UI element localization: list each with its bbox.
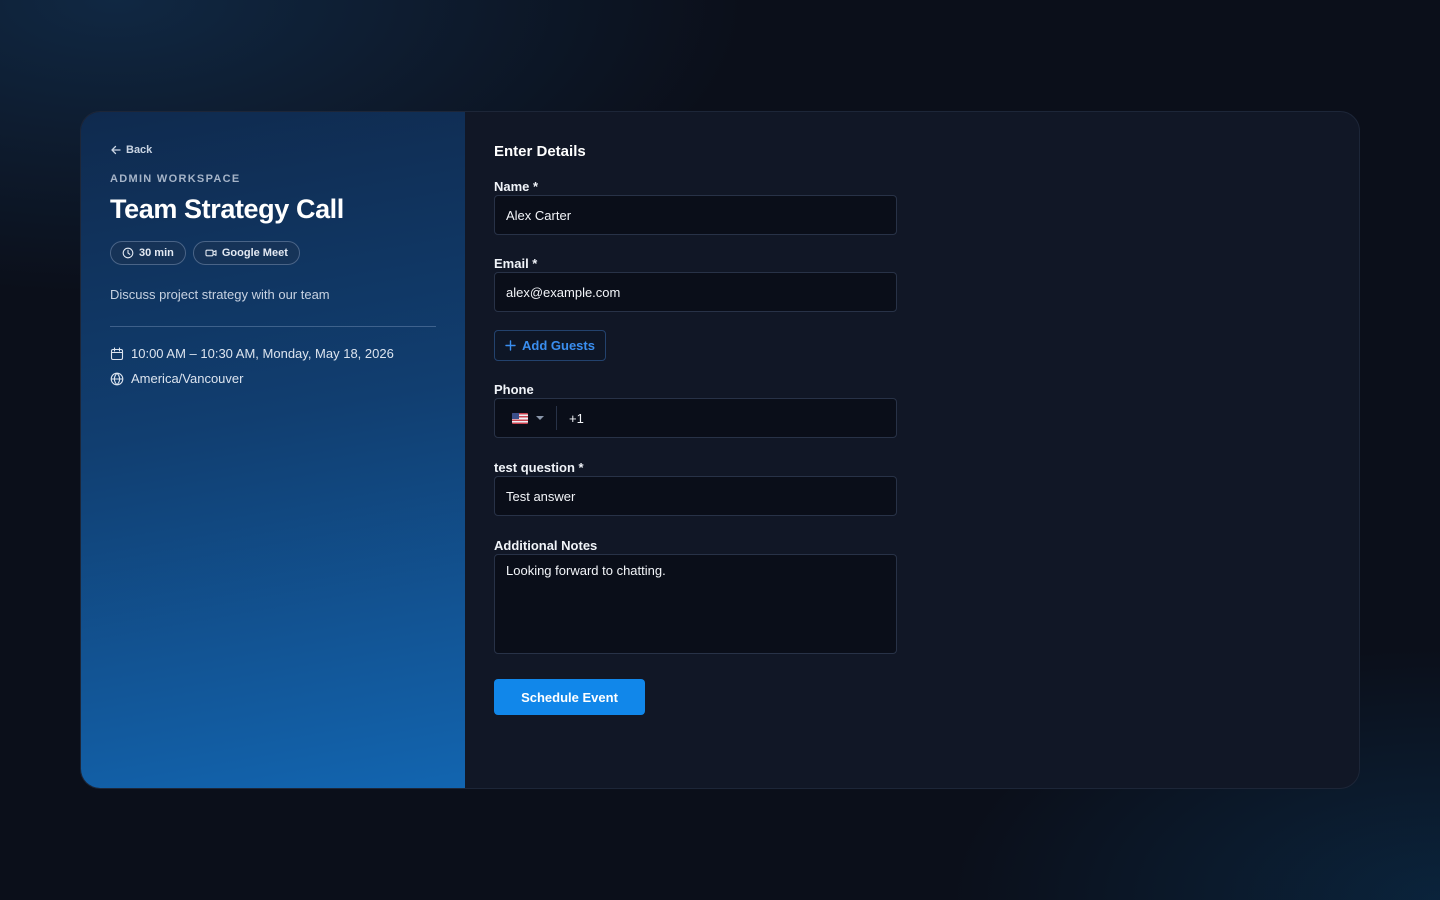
event-title: Team Strategy Call (110, 194, 344, 224)
duration-badge: 30 min (110, 241, 186, 265)
location-badge: Google Meet (192, 241, 300, 265)
us-flag-icon (512, 412, 528, 424)
notes-label: Additional Notes (494, 538, 598, 553)
name-label: Name * (494, 179, 539, 194)
event-timezone: America/Vancouver (110, 371, 437, 386)
add-guests-label: Add Guests (522, 338, 595, 353)
event-summary-panel: Back ADMIN WORKSPACE Team Strategy Call … (81, 112, 465, 788)
back-link[interactable]: Back (110, 142, 437, 158)
phone-code: +1 (569, 410, 584, 426)
datetime-label: 10:00 AM – 10:30 AM, Monday, May 18, 202… (131, 346, 394, 361)
timezone-label: America/Vancouver (131, 371, 244, 386)
email-label: Email * (494, 256, 538, 271)
question-label: test question * (494, 460, 584, 475)
email-input[interactable]: alex@example.com (494, 272, 897, 312)
country-selector[interactable] (495, 406, 557, 430)
question-input[interactable]: Test answer (494, 476, 897, 516)
phone-input[interactable]: +1 (494, 398, 897, 438)
notes-textarea[interactable]: Looking forward to chatting. (494, 554, 897, 654)
location-label: Google Meet (221, 247, 288, 259)
back-label: Back (126, 144, 153, 156)
event-description: Discuss project strategy with our team (110, 287, 330, 302)
arrow-left-icon (111, 145, 121, 155)
divider (110, 326, 436, 327)
plus-icon (505, 340, 516, 351)
add-guests-button[interactable]: Add Guests (494, 330, 606, 361)
video-camera-icon (205, 249, 217, 257)
schedule-event-button[interactable]: Schedule Event (494, 679, 645, 715)
name-input[interactable]: Alex Carter (494, 195, 897, 235)
booking-card: Back ADMIN WORKSPACE Team Strategy Call … (80, 111, 1360, 789)
event-meta: 10:00 AM – 10:30 AM, Monday, May 18, 202… (110, 346, 437, 386)
globe-icon (110, 372, 124, 385)
workspace-name: ADMIN WORKSPACE (110, 173, 241, 185)
duration-label: 30 min (139, 247, 174, 259)
phone-label: Phone (494, 382, 534, 397)
details-form: Enter Details Name * Alex Carter Email *… (494, 143, 897, 715)
calendar-icon (110, 346, 124, 360)
clock-icon (122, 247, 134, 259)
chevron-down-icon (536, 416, 544, 420)
form-title: Enter Details (494, 143, 586, 160)
event-datetime: 10:00 AM – 10:30 AM, Monday, May 18, 202… (110, 346, 437, 361)
event-badges: 30 min Google Meet (110, 241, 437, 265)
